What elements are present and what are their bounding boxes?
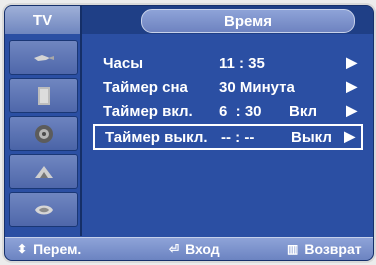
enter-label: Вход bbox=[185, 241, 220, 257]
menu-row-clock[interactable]: Часы 11 : 35 ▶ bbox=[93, 52, 363, 76]
menu-row-on-timer[interactable]: Таймер вкл. 6 : 30 Вкл ▶ bbox=[93, 100, 363, 124]
return-label: Возврат bbox=[304, 241, 362, 257]
row-label: Часы bbox=[103, 55, 144, 72]
input-icon bbox=[34, 205, 53, 214]
row-value: -- : -- bbox=[221, 129, 255, 146]
chevron-right-icon: ▶ bbox=[344, 128, 355, 144]
move-hint: ⬍ Перем. bbox=[17, 241, 81, 257]
sidebar-item-setup[interactable] bbox=[9, 154, 78, 189]
row-label: Таймер вкл. bbox=[103, 103, 193, 120]
bottom-bar: ⬍ Перем. ⏎ Вход ▥ Возврат bbox=[5, 237, 373, 260]
row-value: 30 Минута bbox=[219, 79, 295, 96]
chevron-right-icon: ▶ bbox=[346, 78, 357, 94]
setup-icon bbox=[34, 165, 53, 178]
main-content: Часы 11 : 35 ▶ Таймер сна 30 Минута ▶ Та… bbox=[83, 34, 373, 236]
sound-icon bbox=[37, 86, 50, 105]
sidebar-item-sound[interactable] bbox=[9, 78, 78, 113]
sidebar-item-picture[interactable] bbox=[9, 40, 78, 75]
move-label: Перем. bbox=[33, 241, 82, 257]
row-state: Вкл bbox=[289, 103, 318, 120]
channel-icon bbox=[34, 124, 53, 143]
row-label: Таймер сна bbox=[103, 79, 188, 96]
menu-row-sleep-timer[interactable]: Таймер сна 30 Минута ▶ bbox=[93, 76, 363, 100]
osd-frame: TV Время Часы 11: 35 ▶ Таймер сна 30 Ми… bbox=[4, 5, 374, 261]
row-value: 6 : 30 bbox=[219, 103, 262, 120]
top-bar: TV Время bbox=[5, 6, 373, 34]
tab-tv[interactable]: TV bbox=[5, 6, 82, 34]
enter-hint: ⏎ Вход bbox=[169, 241, 220, 257]
sidebar-item-input[interactable] bbox=[9, 192, 78, 227]
tv-osd-screen: TV Время Часы 11: 35 ▶ Таймер сна 30 Ми… bbox=[0, 0, 376, 265]
return-icon: ▥ bbox=[287, 242, 299, 256]
row-label: Таймер выкл. bbox=[105, 129, 208, 146]
sidebar-item-channel[interactable] bbox=[9, 116, 78, 151]
enter-icon: ⏎ bbox=[169, 242, 180, 256]
return-hint: ▥ Возврат bbox=[287, 241, 362, 257]
up-down-arrows-icon: ⬍ bbox=[17, 242, 28, 256]
row-state: Выкл bbox=[291, 129, 332, 146]
chevron-right-icon: ▶ bbox=[346, 54, 357, 70]
menu-row-off-timer[interactable]: Таймер выкл. -- : -- Выкл ▶ bbox=[93, 124, 363, 150]
page-title: Время bbox=[141, 9, 355, 33]
chevron-right-icon: ▶ bbox=[346, 102, 357, 118]
sidebar bbox=[5, 34, 82, 236]
row-value: 11 : 35 bbox=[219, 55, 265, 72]
picture-icon bbox=[33, 54, 54, 61]
